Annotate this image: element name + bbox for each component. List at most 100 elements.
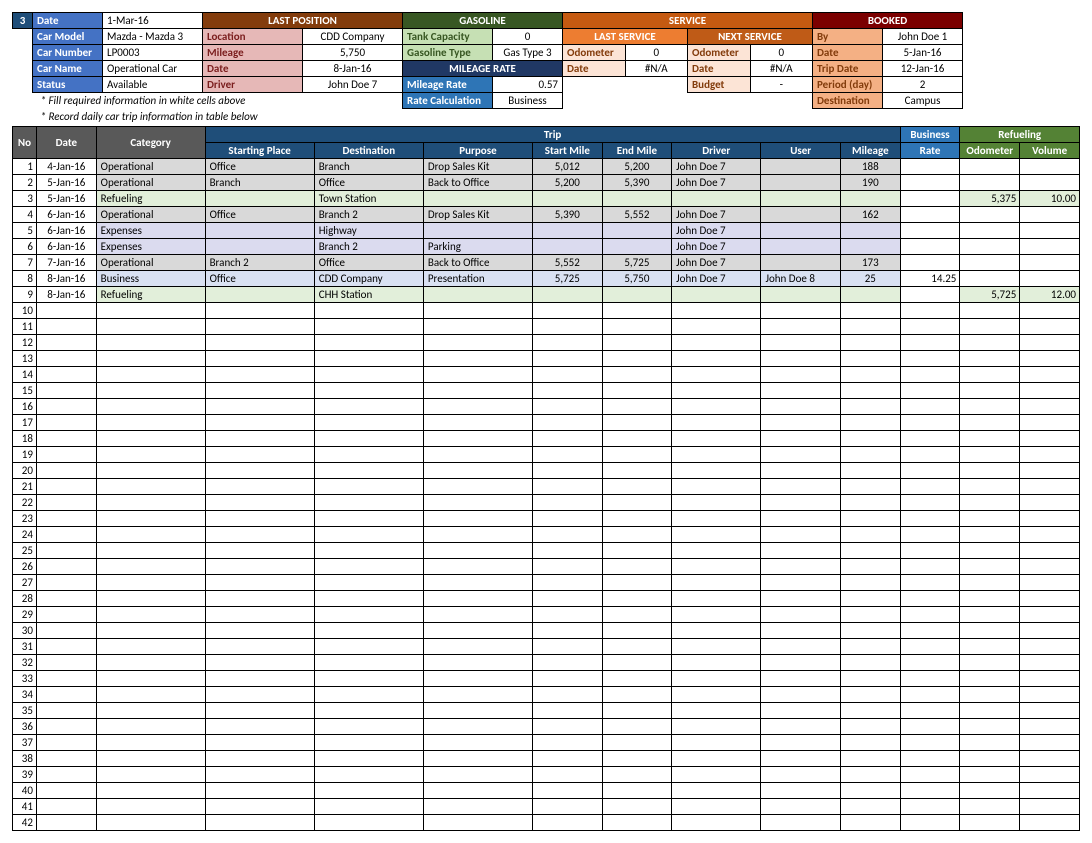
cell-empty[interactable] <box>960 351 1020 367</box>
cell-empty[interactable] <box>96 383 205 399</box>
cell-empty[interactable] <box>840 543 900 559</box>
cell-empty[interactable] <box>840 607 900 623</box>
cell-purpose[interactable] <box>423 287 532 303</box>
cell-end-mile[interactable] <box>602 239 672 255</box>
cell-empty[interactable] <box>423 623 532 639</box>
cell-no[interactable]: 1 <box>13 159 37 175</box>
cell-date[interactable]: 5-Jan-16 <box>36 175 96 191</box>
cell-empty[interactable] <box>36 383 96 399</box>
cell-empty[interactable] <box>1020 575 1080 591</box>
cell-category[interactable]: Operational <box>96 255 205 271</box>
cell-empty[interactable] <box>423 383 532 399</box>
cell-empty[interactable] <box>532 655 602 671</box>
cell-empty[interactable] <box>205 319 314 335</box>
cell-empty[interactable] <box>36 671 96 687</box>
cell-start-mile[interactable]: 5,552 <box>532 255 602 271</box>
cell-empty[interactable] <box>672 655 761 671</box>
cell-empty[interactable] <box>761 671 841 687</box>
cell-empty[interactable] <box>1020 735 1080 751</box>
car-number[interactable]: LP0003 <box>103 45 203 61</box>
cell-empty[interactable] <box>960 479 1020 495</box>
cell-empty[interactable] <box>205 431 314 447</box>
cell-empty[interactable] <box>532 767 602 783</box>
cell-date[interactable]: 7-Jan-16 <box>36 255 96 271</box>
cell-empty[interactable] <box>532 367 602 383</box>
table-row[interactable]: 66-Jan-16ExpensesBranch 2ParkingJohn Doe… <box>13 239 1080 255</box>
cell-empty[interactable] <box>205 639 314 655</box>
cell-empty[interactable] <box>761 623 841 639</box>
cell-empty[interactable] <box>205 415 314 431</box>
table-row[interactable]: 34 <box>13 687 1080 703</box>
cell-empty[interactable] <box>840 575 900 591</box>
table-row[interactable]: 25-Jan-16OperationalBranchOfficeBack to … <box>13 175 1080 191</box>
cell-empty[interactable] <box>840 463 900 479</box>
cell-driver[interactable]: John Doe 7 <box>672 175 761 191</box>
cell-empty[interactable] <box>314 783 423 799</box>
cell-empty[interactable] <box>36 399 96 415</box>
cell-empty[interactable] <box>314 767 423 783</box>
cell-empty[interactable] <box>672 623 761 639</box>
table-row[interactable]: 56-Jan-16ExpensesHighwayJohn Doe 7 <box>13 223 1080 239</box>
cell-odometer[interactable] <box>960 239 1020 255</box>
cell-empty[interactable] <box>672 703 761 719</box>
cell-empty[interactable] <box>314 319 423 335</box>
cell-no[interactable]: 2 <box>13 175 37 191</box>
cell-empty[interactable] <box>960 415 1020 431</box>
cell-empty[interactable] <box>672 431 761 447</box>
cell-empty[interactable] <box>602 463 672 479</box>
cell-empty[interactable] <box>423 399 532 415</box>
cell-empty[interactable] <box>314 479 423 495</box>
cell-empty[interactable] <box>36 303 96 319</box>
cell-end-mile[interactable] <box>602 191 672 207</box>
cell-empty[interactable] <box>96 815 205 831</box>
cell-empty[interactable] <box>314 367 423 383</box>
cell-empty[interactable] <box>314 351 423 367</box>
cell-no[interactable]: 36 <box>13 719 37 735</box>
cell-empty[interactable] <box>840 655 900 671</box>
table-row[interactable]: 11 <box>13 319 1080 335</box>
table-row[interactable]: 77-Jan-16OperationalBranch 2OfficeBack t… <box>13 255 1080 271</box>
cell-empty[interactable] <box>96 479 205 495</box>
cell-empty[interactable] <box>423 655 532 671</box>
cell-user[interactable] <box>761 223 841 239</box>
cell-user[interactable] <box>761 239 841 255</box>
cell-no[interactable]: 5 <box>13 223 37 239</box>
cell-empty[interactable] <box>840 367 900 383</box>
cell-empty[interactable] <box>960 511 1020 527</box>
cell-empty[interactable] <box>205 751 314 767</box>
cell-empty[interactable] <box>36 655 96 671</box>
cell-empty[interactable] <box>423 607 532 623</box>
cell-empty[interactable] <box>761 751 841 767</box>
cell-empty[interactable] <box>840 671 900 687</box>
cell-empty[interactable] <box>840 479 900 495</box>
cell-empty[interactable] <box>960 559 1020 575</box>
cell-empty[interactable] <box>761 351 841 367</box>
cell-empty[interactable] <box>205 383 314 399</box>
cell-category[interactable]: Business <box>96 271 205 287</box>
cell-empty[interactable] <box>36 735 96 751</box>
table-row[interactable]: 22 <box>13 495 1080 511</box>
cell-empty[interactable] <box>761 639 841 655</box>
cell-empty[interactable] <box>36 495 96 511</box>
cell-empty[interactable] <box>532 559 602 575</box>
cell-start-place[interactable] <box>205 191 314 207</box>
cell-empty[interactable] <box>96 783 205 799</box>
cell-empty[interactable] <box>900 783 960 799</box>
cell-driver[interactable]: John Doe 7 <box>672 223 761 239</box>
cell-empty[interactable] <box>314 751 423 767</box>
cell-driver[interactable] <box>672 191 761 207</box>
cell-empty[interactable] <box>840 399 900 415</box>
cell-empty[interactable] <box>840 591 900 607</box>
cell-empty[interactable] <box>761 687 841 703</box>
cell-odometer[interactable]: 5,375 <box>960 191 1020 207</box>
cell-empty[interactable] <box>672 351 761 367</box>
cell-empty[interactable] <box>205 655 314 671</box>
cell-empty[interactable] <box>761 767 841 783</box>
cell-purpose[interactable] <box>423 191 532 207</box>
cell-empty[interactable] <box>840 767 900 783</box>
table-row[interactable]: 15 <box>13 383 1080 399</box>
cell-empty[interactable] <box>960 767 1020 783</box>
cell-destination[interactable]: Branch 2 <box>314 207 423 223</box>
cell-empty[interactable] <box>960 399 1020 415</box>
cell-empty[interactable] <box>36 511 96 527</box>
